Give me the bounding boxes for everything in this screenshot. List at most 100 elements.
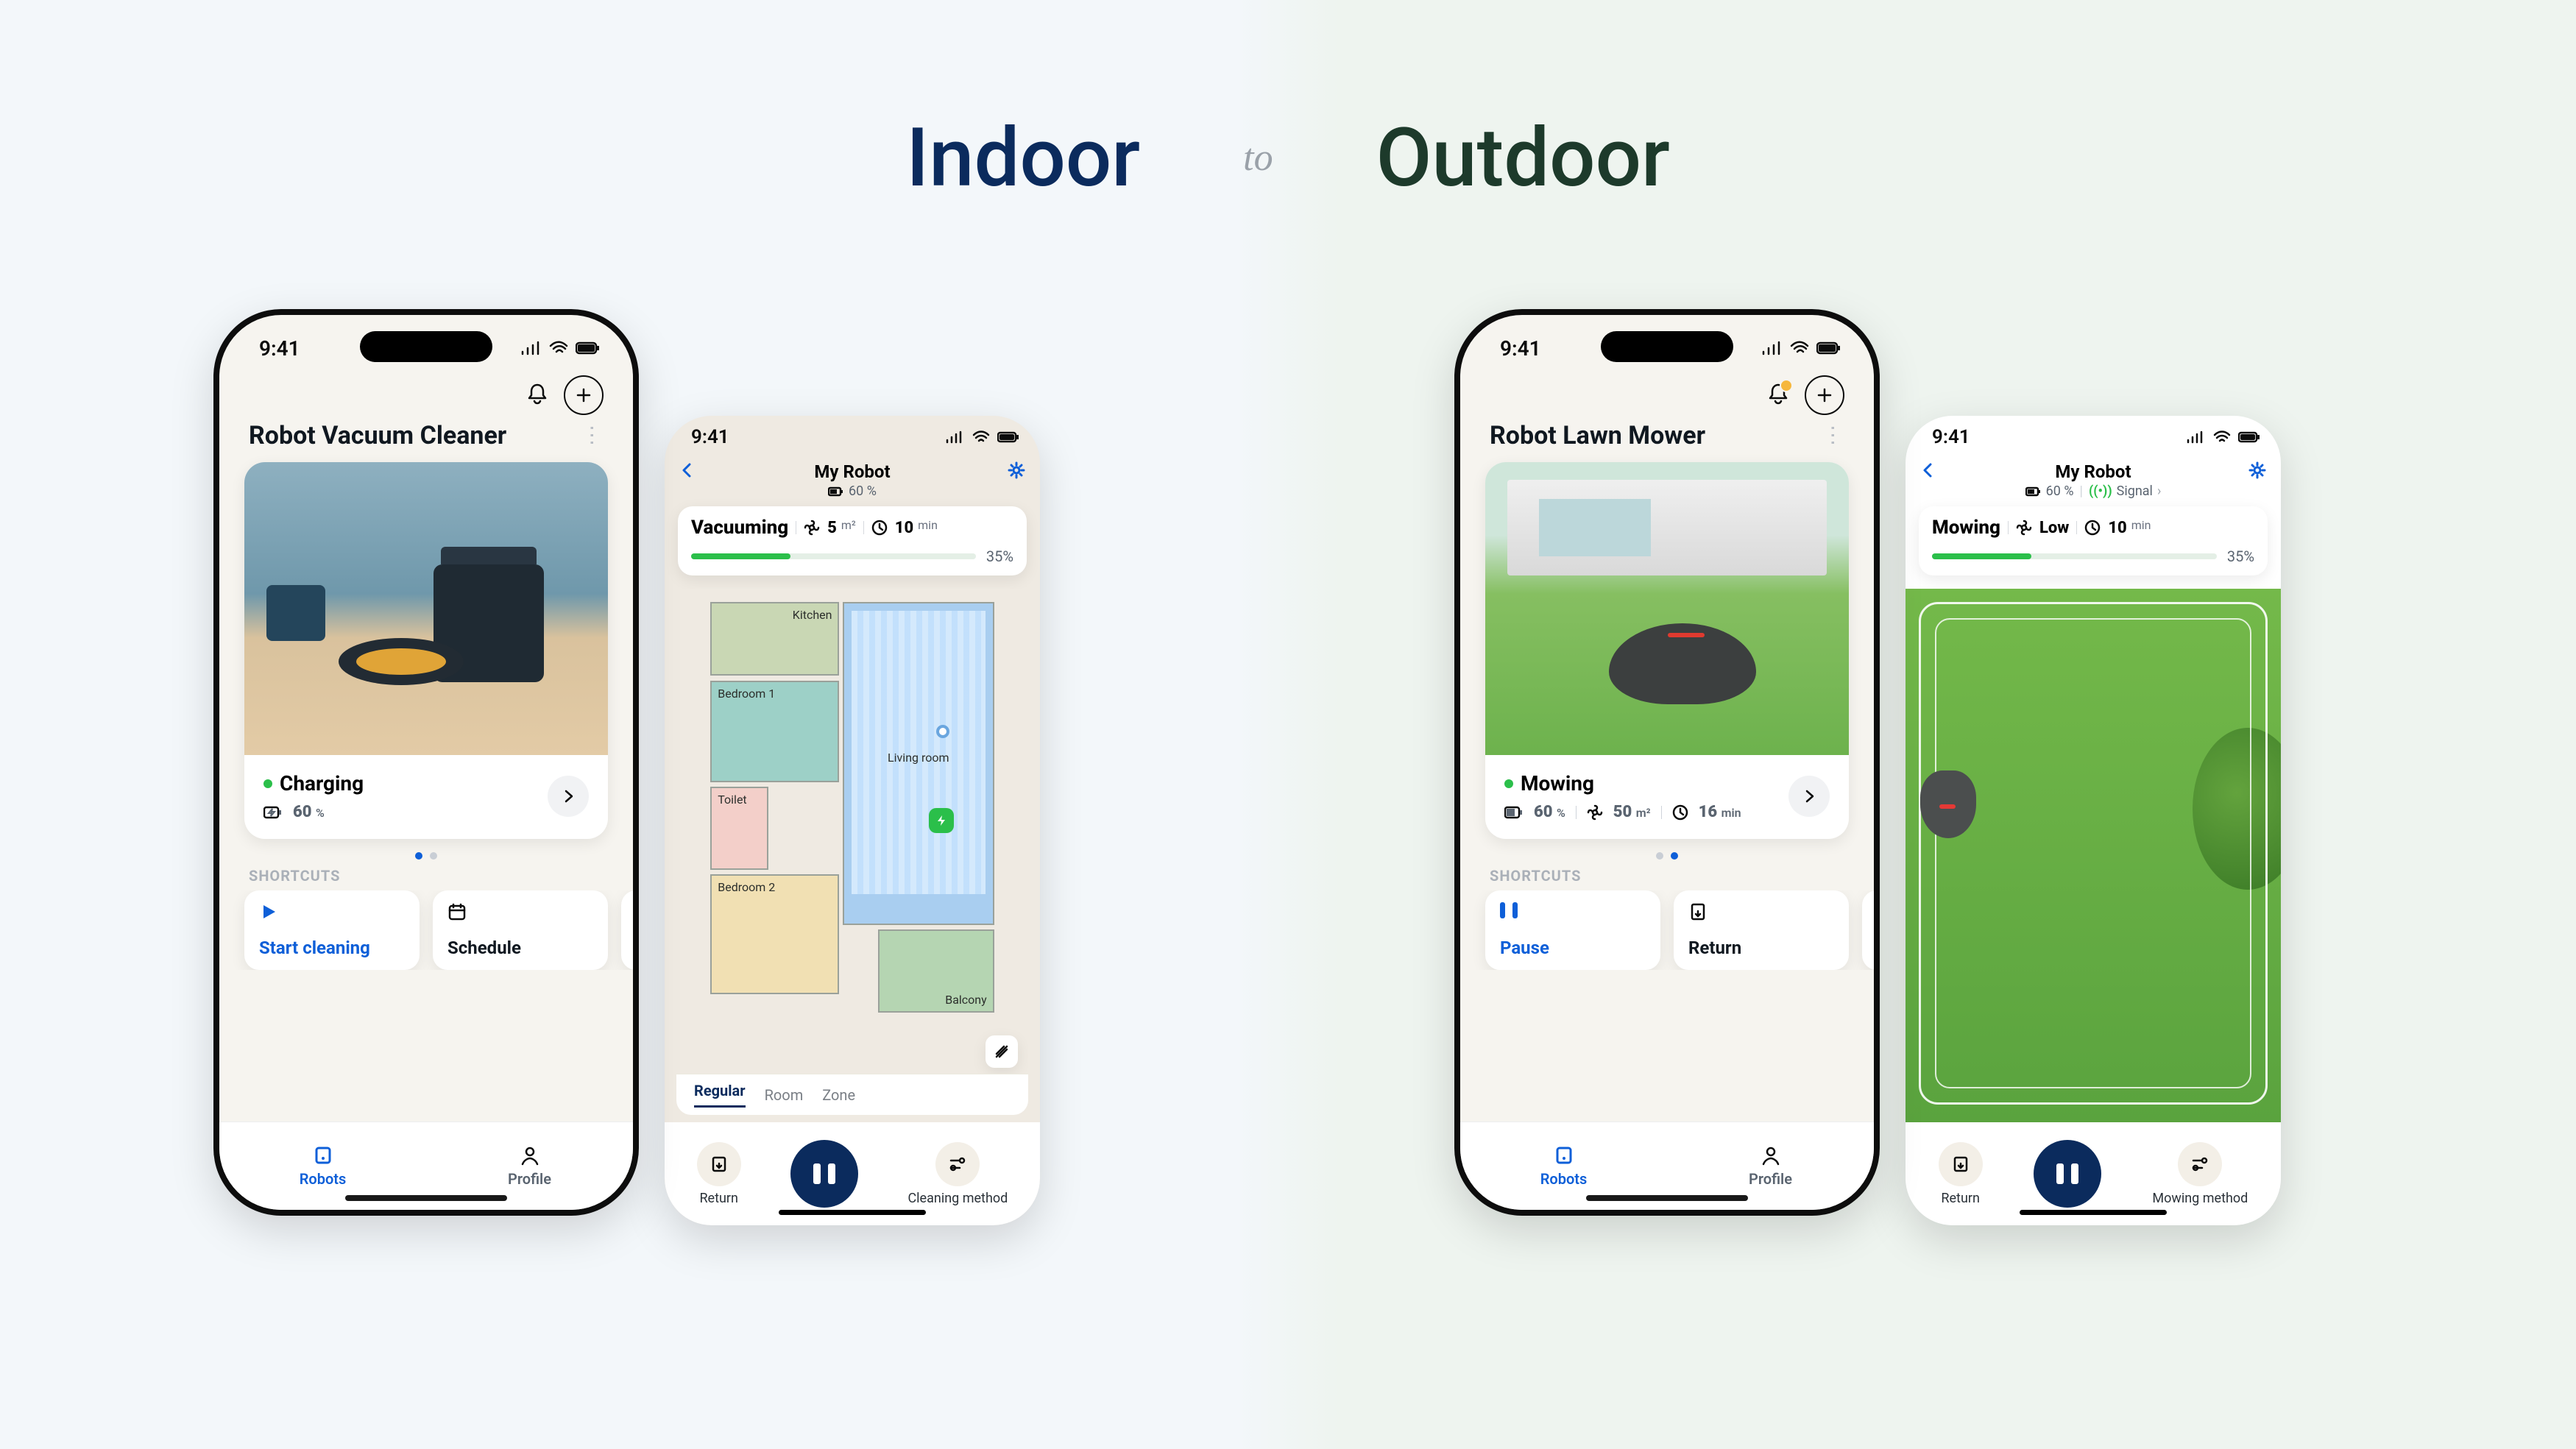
pause-button[interactable] — [2034, 1140, 2101, 1208]
outdoor-detail-phone: 9:41 My Robot 60 % | ((•))Signal › Mo — [1906, 416, 2281, 1225]
pause-icon — [813, 1163, 835, 1184]
page-title: My Robot — [814, 461, 890, 482]
tab-zone[interactable]: Zone — [822, 1086, 855, 1104]
device-hero — [1485, 462, 1849, 755]
battery-icon — [1816, 341, 1841, 355]
wifi-icon — [972, 431, 990, 444]
mower-marker — [1920, 770, 1976, 838]
signal-icon — [2187, 431, 2206, 444]
signal-icon — [521, 341, 542, 355]
lawn-map[interactable] — [1906, 589, 2281, 1122]
notifications-button[interactable] — [524, 380, 551, 410]
battery-small-icon — [263, 805, 283, 820]
room-bedroom1[interactable]: Bedroom 1 — [710, 681, 839, 782]
shortcuts-heading: SHORTCUTS — [219, 867, 633, 890]
room-living[interactable]: Living room — [843, 602, 994, 925]
battery-small-icon — [1504, 805, 1524, 820]
progress-value: 35% — [2227, 548, 2254, 565]
heading-outdoor: Outdoor — [1376, 110, 1670, 205]
status-bar: 9:41 — [1906, 416, 2281, 458]
progress-bar — [1932, 553, 2217, 559]
pager — [219, 852, 633, 860]
clock-icon — [871, 520, 888, 536]
room-bedroom2[interactable]: Bedroom 2 — [710, 874, 839, 994]
pause-icon — [2056, 1163, 2078, 1184]
floorplan[interactable]: Kitchen Bedroom 1 Toilet Bedroom 2 Livin… — [676, 589, 1028, 1115]
status-card: Mowing Low 10min 35% — [1919, 506, 2268, 575]
profile-icon — [520, 1145, 540, 1166]
return-button[interactable]: Return — [697, 1142, 741, 1206]
add-button[interactable] — [564, 375, 604, 415]
cleaning-method-button[interactable]: Cleaning method — [907, 1142, 1008, 1206]
robots-icon — [1554, 1145, 1574, 1166]
statusbar-time: 9:41 — [259, 336, 300, 361]
progress-value: 35% — [986, 548, 1013, 565]
area-value: 50 — [1613, 803, 1632, 821]
open-device-button[interactable] — [1788, 776, 1830, 817]
tab-regular[interactable]: Regular — [694, 1082, 746, 1108]
shortcut-pause[interactable]: Pause — [1485, 890, 1660, 970]
indoor-home-phone: 9:41 Robot Vacuum Cleaner ⋯ — [213, 309, 639, 1216]
status-card: Vacuuming 5m² 10min 35% — [678, 506, 1027, 575]
return-icon — [1688, 902, 1834, 924]
battery-small-icon — [2025, 486, 2042, 497]
room-balcony[interactable]: Balcony — [878, 929, 994, 1013]
statusbar-time: 9:41 — [1500, 336, 1541, 361]
more-menu[interactable]: ⋯ — [579, 424, 605, 447]
battery-value: 60 — [293, 803, 312, 821]
battery-value: 60 — [1534, 803, 1553, 821]
time-value: 16 — [1699, 803, 1718, 821]
charging-station-icon — [929, 808, 954, 833]
battery-icon — [576, 341, 601, 355]
device-card[interactable]: Charging 60 % — [244, 462, 608, 839]
heading-indoor: Indoor — [906, 110, 1140, 205]
header-sub: 60 % | ((•))Signal › — [1906, 483, 2281, 499]
play-icon — [259, 902, 405, 924]
profile-icon — [1761, 1145, 1781, 1166]
return-button[interactable]: Return — [1939, 1142, 1983, 1206]
statusbar-right — [521, 341, 601, 355]
room-kitchen[interactable]: Kitchen — [710, 602, 839, 676]
fan-icon — [1587, 804, 1603, 821]
shortcut-find[interactable]: Find — [621, 890, 633, 970]
device-title: Robot Lawn Mower — [1490, 421, 1705, 450]
more-menu[interactable]: ⋯ — [1820, 424, 1846, 447]
mowing-method-button[interactable]: Mowing method — [2152, 1142, 2248, 1206]
mode-value: Low — [2039, 519, 2069, 537]
wifi-icon — [549, 341, 568, 355]
state-label: Vacuuming — [691, 517, 788, 539]
signal-indicator[interactable]: ((•))Signal › — [2089, 483, 2161, 499]
signal-icon — [1762, 341, 1783, 355]
shortcut-return[interactable]: Return — [1674, 890, 1849, 970]
settings-button[interactable] — [2240, 461, 2266, 482]
plan-tabs: Regular Room Zone — [676, 1074, 1028, 1115]
state-label: Mowing — [1932, 517, 2000, 539]
status-dot-icon — [1504, 779, 1513, 788]
page-title: My Robot — [2055, 461, 2131, 482]
settings-button[interactable] — [999, 461, 1025, 482]
room-toilet[interactable]: Toilet — [710, 787, 768, 870]
add-button[interactable] — [1805, 375, 1844, 415]
wifi-icon — [1790, 341, 1809, 355]
notifications-button[interactable] — [1765, 380, 1791, 410]
pause-button[interactable] — [790, 1140, 858, 1208]
header-sub: 60 % — [665, 483, 1040, 499]
map-layers-button[interactable] — [986, 1035, 1018, 1068]
clock-icon — [2084, 520, 2101, 536]
back-button[interactable] — [1920, 462, 1947, 481]
robots-icon — [313, 1145, 333, 1166]
device-card[interactable]: Mowing 60 % 50 m² 16 min — [1485, 462, 1849, 839]
shortcut-schedule[interactable]: Schedule — [433, 890, 608, 970]
open-device-button[interactable] — [548, 776, 589, 817]
time-value: 10 — [2108, 519, 2126, 537]
statusbar-right — [946, 431, 1019, 444]
statusbar-right — [2187, 431, 2260, 444]
shortcut-schedule[interactable]: Sch — [1862, 890, 1874, 970]
statusbar-time: 9:41 — [1932, 426, 1970, 448]
shortcuts-heading: SHORTCUTS — [1460, 867, 1874, 890]
shortcut-start-cleaning[interactable]: Start cleaning — [244, 890, 420, 970]
heading-to: to — [1243, 136, 1273, 180]
wifi-icon — [2213, 431, 2231, 444]
tab-room[interactable]: Room — [765, 1086, 804, 1104]
back-button[interactable] — [679, 462, 706, 481]
